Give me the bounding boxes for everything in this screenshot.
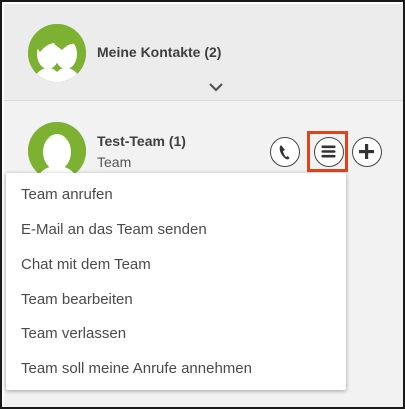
menu-item-edit-team[interactable]: Team bearbeiten bbox=[21, 288, 133, 312]
plus-icon bbox=[359, 144, 374, 159]
group-title: Meine Kontakte (2) bbox=[97, 44, 222, 60]
contact-group-header[interactable]: Meine Kontakte (2) bbox=[4, 4, 403, 101]
menu-item-leave-team[interactable]: Team verlassen bbox=[21, 322, 126, 346]
menu-item-call-team[interactable]: Team anrufen bbox=[21, 183, 113, 207]
chevron-down-icon[interactable] bbox=[208, 80, 224, 92]
team-subtitle: Team bbox=[97, 154, 132, 170]
team-context-menu: Team anrufen E-Mail an das Team senden C… bbox=[6, 173, 346, 390]
screenshot-frame: Meine Kontakte (2) Test-Team (1) Team Te… bbox=[0, 0, 405, 409]
call-button[interactable] bbox=[270, 137, 300, 167]
contacts-panel: Meine Kontakte (2) Test-Team (1) Team Te… bbox=[4, 4, 403, 407]
menu-item-chat-team[interactable]: Chat mit dem Team bbox=[21, 253, 151, 277]
team-name: Test-Team (1) bbox=[97, 133, 186, 149]
menu-item-email-team[interactable]: E-Mail an das Team senden bbox=[21, 218, 207, 242]
menu-button-highlight bbox=[307, 131, 348, 172]
menu-item-team-takes-calls[interactable]: Team soll meine Anrufe annehmen bbox=[21, 357, 252, 381]
add-button[interactable] bbox=[352, 137, 382, 167]
group-avatar-icon bbox=[28, 24, 86, 82]
phone-icon bbox=[279, 145, 290, 160]
team-avatar-icon bbox=[28, 122, 86, 180]
